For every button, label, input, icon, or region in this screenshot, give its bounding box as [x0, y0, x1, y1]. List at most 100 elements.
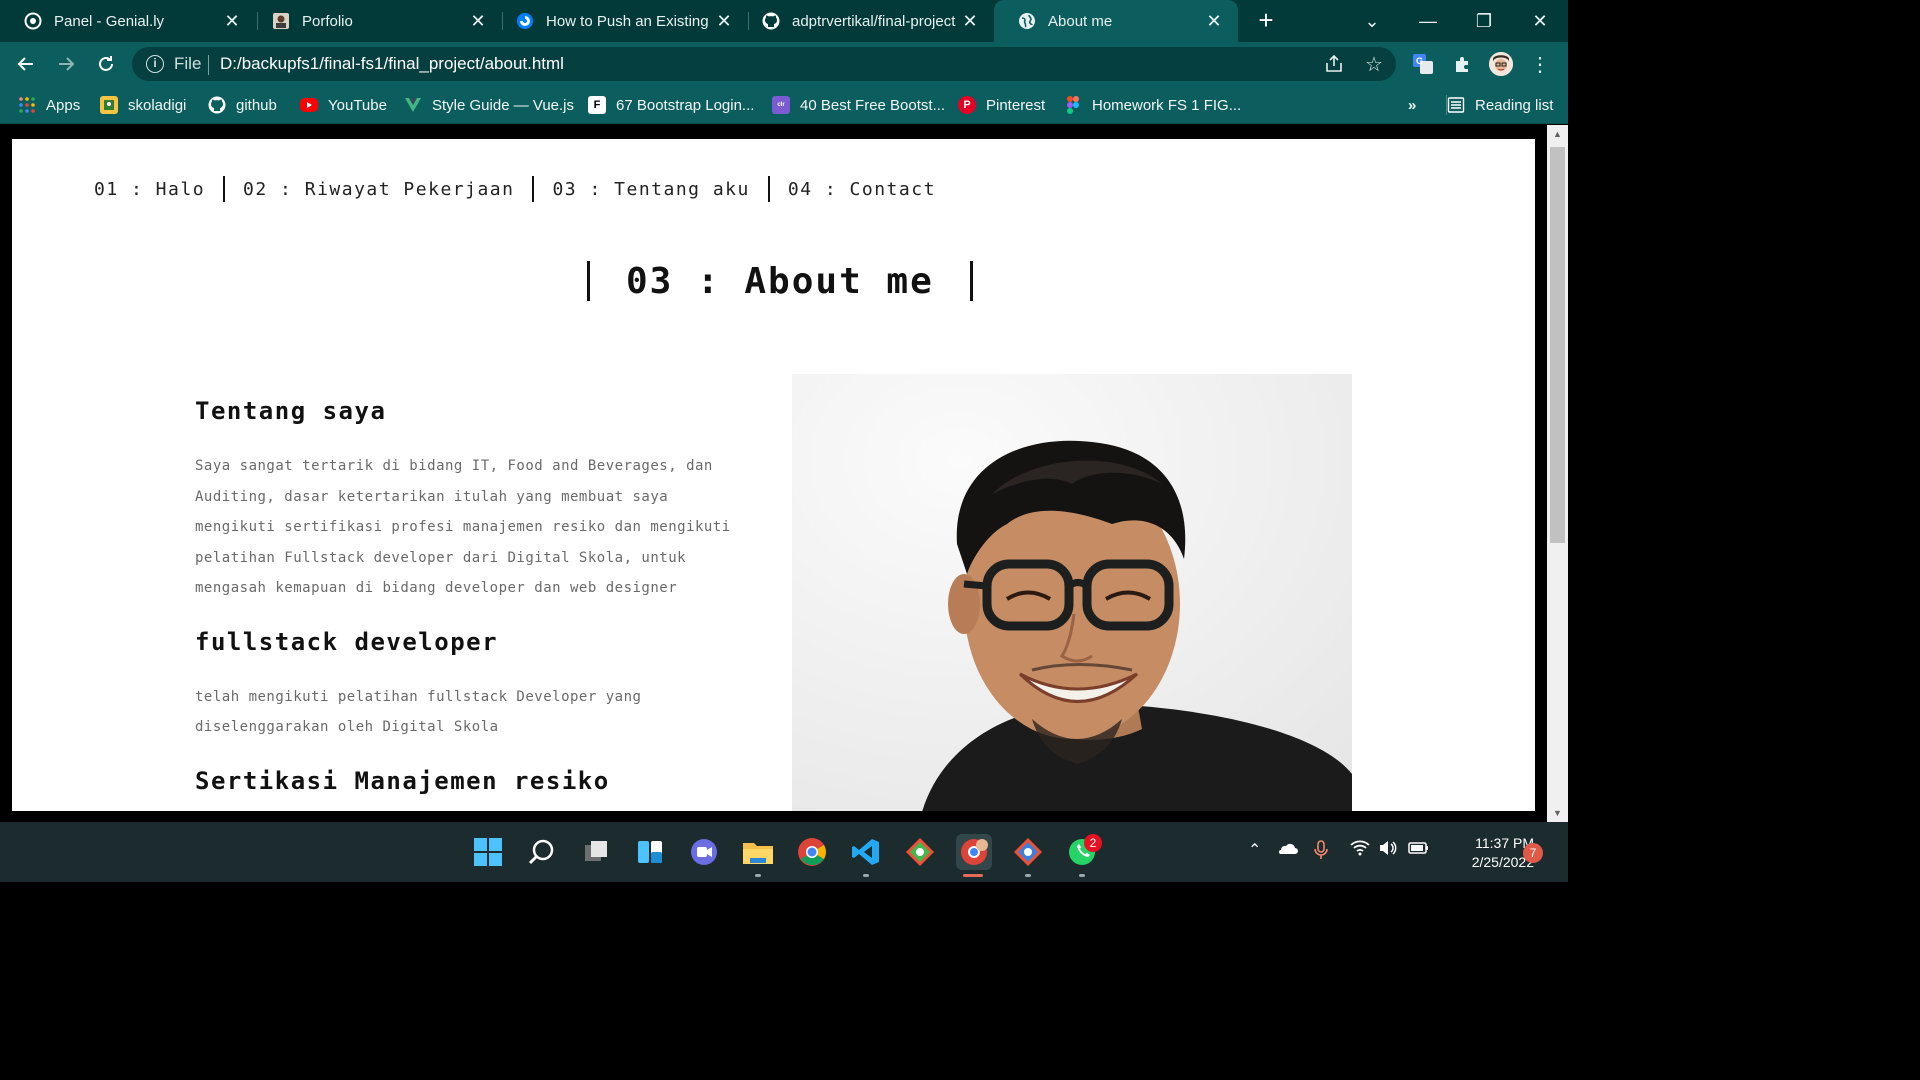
nav-link-riwayat-pekerjaan[interactable]: 02 : Riwayat Pekerjaan	[225, 179, 532, 200]
page-heading: 03 : About me	[587, 259, 973, 303]
microphone-icon[interactable]	[1314, 840, 1328, 865]
git-client-icon[interactable]	[1010, 834, 1046, 870]
page-viewport: 01 : Halo 02 : Riwayat Pekerjaan 03 : Te…	[0, 125, 1568, 822]
section-title-tentang-saya: Tentang saya	[195, 397, 387, 425]
widgets-icon[interactable]	[632, 834, 668, 870]
reload-button[interactable]	[92, 50, 120, 78]
bookmark-label: 67 Bootstrap Login...	[616, 96, 755, 114]
github-icon	[208, 96, 226, 114]
minimize-button[interactable]: —	[1400, 0, 1456, 42]
bookmarks-overflow-button[interactable]: »	[1408, 94, 1416, 116]
search-icon[interactable]	[524, 834, 560, 870]
extensions-puzzle-icon[interactable]	[1451, 52, 1475, 76]
forward-button[interactable]	[52, 50, 80, 78]
bookmark-vue-style-guide[interactable]: Style Guide — Vue.js	[404, 94, 574, 116]
clock-date: 2/25/2022	[1471, 854, 1534, 870]
close-tab-icon[interactable]: ✕	[468, 11, 488, 32]
scroll-down-arrow-icon[interactable]: ▼	[1547, 804, 1568, 822]
close-window-button[interactable]: ✕	[1512, 0, 1568, 42]
tab-about-me[interactable]: About me ✕	[994, 0, 1238, 42]
bookmark-apps[interactable]: Apps	[18, 94, 80, 116]
tab-github-project[interactable]: adptrvertikal/final-project ✕	[738, 0, 994, 42]
apps-grid-icon	[18, 96, 36, 114]
skoladigi-icon	[100, 96, 118, 114]
section-title-sertifikasi: Sertikasi Manajemen resiko	[195, 766, 610, 795]
tab-title: How to Push an Existing F	[546, 12, 714, 30]
pinterest-icon: P	[958, 96, 976, 114]
close-tab-icon[interactable]: ✕	[960, 11, 980, 32]
wifi-icon[interactable]	[1350, 840, 1370, 861]
reading-list-label: Reading list	[1475, 96, 1554, 114]
new-tab-button[interactable]: +	[1252, 6, 1280, 34]
address-url[interactable]: D:/backupfs1/final-fs1/final_project/abo…	[220, 54, 564, 74]
bookmark-label: skoladigi	[128, 96, 187, 114]
tray-overflow-chevron-icon[interactable]: ⌃	[1248, 840, 1261, 860]
bookmark-bootstrap-login[interactable]: F 67 Bootstrap Login...	[588, 94, 754, 116]
file-explorer-icon[interactable]	[740, 834, 776, 870]
close-tab-icon[interactable]: ✕	[1204, 11, 1224, 32]
bookmark-star-icon[interactable]: ☆	[1362, 52, 1386, 76]
nav-link-halo[interactable]: 01 : Halo	[94, 179, 223, 200]
tab-genially[interactable]: Panel - Genial.ly ✕	[0, 0, 256, 42]
teams-chat-icon[interactable]	[686, 834, 722, 870]
bookmark-pinterest[interactable]: P Pinterest	[958, 94, 1045, 116]
site-nav: 01 : Halo 02 : Riwayat Pekerjaan 03 : Te…	[94, 175, 954, 203]
tab-title: adptrvertikal/final-project	[792, 12, 956, 30]
windows-taskbar: 2 ⌃ 11:37 PM 2/25/2022 7	[0, 822, 1568, 882]
onedrive-cloud-icon[interactable]	[1276, 840, 1298, 861]
bookmark-label: 40 Best Free Bootst...	[800, 96, 946, 114]
close-tab-icon[interactable]: ✕	[714, 11, 734, 32]
reading-list-button[interactable]: Reading list	[1447, 94, 1553, 116]
bookmark-label: Style Guide — Vue.js	[432, 96, 575, 114]
active-app-indicator	[963, 874, 983, 877]
browser-toolbar: i File D:/backupfs1/final-fs1/final_proj…	[0, 42, 1568, 86]
page-scrollbar[interactable]: ▲ ▼	[1547, 125, 1568, 822]
profile-photo	[792, 374, 1352, 811]
vscode-icon[interactable]	[848, 834, 884, 870]
svg-text:G: G	[1416, 56, 1423, 66]
volume-icon[interactable]	[1378, 840, 1398, 861]
nav-link-contact[interactable]: 04 : Contact	[770, 179, 954, 200]
bookmark-youtube[interactable]: YouTube	[300, 94, 387, 116]
browser-menu-icon[interactable]: ⋮	[1528, 52, 1552, 76]
bookmark-label: Apps	[46, 96, 81, 114]
bookmark-label: Homework FS 1 FIG...	[1092, 96, 1242, 114]
google-translate-icon[interactable]: G	[1411, 52, 1435, 76]
scroll-up-arrow-icon[interactable]: ▲	[1547, 125, 1568, 143]
tab-search-chevron-icon[interactable]: ⌄	[1344, 0, 1400, 42]
start-button[interactable]	[470, 834, 506, 870]
profile-avatar[interactable]	[1489, 52, 1513, 76]
restore-button[interactable]: ❐	[1456, 0, 1512, 42]
tab-porfolio[interactable]: Porfolio ✕	[248, 0, 502, 42]
scrollbar-thumb[interactable]	[1550, 147, 1565, 543]
share-icon[interactable]	[1322, 52, 1346, 76]
notification-count-badge[interactable]: 7	[1523, 843, 1543, 863]
clock-time: 11:37 PM	[1475, 835, 1534, 851]
bookmark-colorlib[interactable]: clr 40 Best Free Bootst...	[772, 94, 945, 116]
task-view-icon[interactable]	[578, 834, 614, 870]
address-bar[interactable]: i File D:/backupfs1/final-fs1/final_proj…	[132, 47, 1396, 81]
chrome-icon[interactable]	[794, 834, 830, 870]
system-clock[interactable]: 11:37 PM 2/25/2022	[1444, 834, 1534, 872]
bookmark-skoladigi[interactable]: skoladigi	[100, 94, 186, 116]
browser-tab-bar: Panel - Genial.ly ✕ Porfolio ✕ How to Pu…	[0, 0, 1568, 42]
section-body-tentang-saya: Saya sangat tertarik di bidang IT, Food …	[195, 458, 731, 596]
site-info-icon[interactable]: i	[146, 55, 164, 73]
running-indicator	[755, 874, 761, 877]
youtube-icon	[300, 98, 318, 112]
close-tab-icon[interactable]: ✕	[222, 11, 242, 32]
nav-link-tentang-aku[interactable]: 03 : Tentang aku	[534, 179, 767, 200]
page-title: 03 : About me	[626, 260, 934, 302]
tab-title: Panel - Genial.ly	[54, 12, 165, 30]
gitkraken-icon[interactable]	[902, 834, 938, 870]
bookmark-github[interactable]: github	[208, 94, 277, 116]
address-scheme-label: File	[174, 54, 202, 73]
address-divider	[208, 55, 209, 75]
bootstrap-f-icon: F	[588, 96, 606, 114]
bookmark-figma-homework[interactable]: Homework FS 1 FIG...	[1064, 94, 1241, 116]
chrome-profile-icon[interactable]	[956, 834, 992, 870]
tab-how-to-push[interactable]: How to Push an Existing F ✕	[492, 0, 748, 42]
tab-title: Porfolio	[302, 12, 353, 30]
back-button[interactable]	[12, 50, 40, 78]
battery-charging-icon[interactable]	[1408, 840, 1430, 861]
